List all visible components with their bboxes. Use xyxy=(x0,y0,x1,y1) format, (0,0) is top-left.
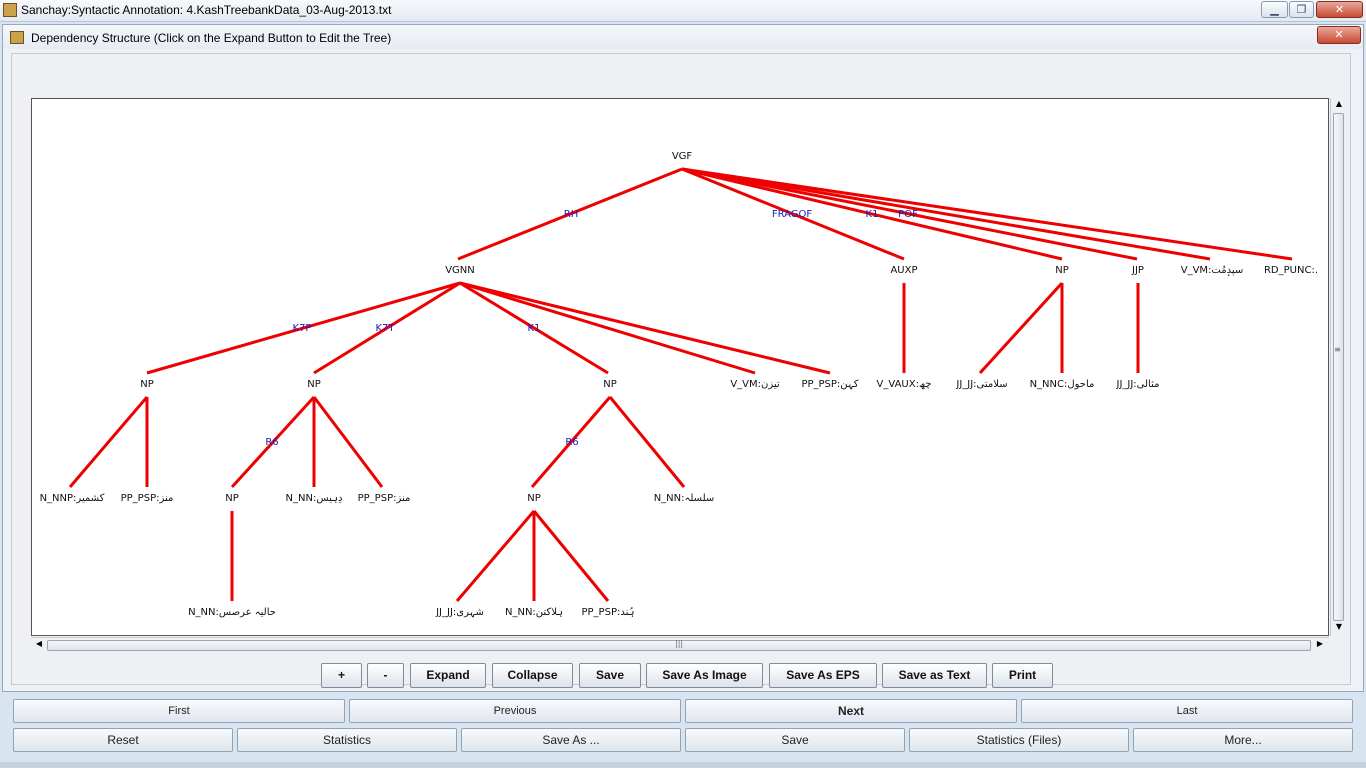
edge-label-pof: POF xyxy=(898,209,918,220)
edge-npb-psp xyxy=(312,396,384,488)
node-jjp: JJP xyxy=(1131,265,1144,276)
tree-edges xyxy=(68,167,1293,602)
node-np-b: NP xyxy=(307,379,321,390)
edge-npa-nnp xyxy=(68,396,149,488)
vertical-scrollbar[interactable]: ▲ ≡ ▼ xyxy=(1330,98,1346,636)
reset-button[interactable]: Reset xyxy=(13,728,233,752)
dialog-title: Dependency Structure (Click on the Expan… xyxy=(31,31,392,45)
node-n-nn-c1: N_NN:ہلاکتن xyxy=(505,607,563,618)
dialog-close-button[interactable]: ✕ xyxy=(1317,26,1361,44)
node-jj-jj-1: JJ_JJ:سلامتی xyxy=(955,379,1007,390)
scroll-down-arrow-icon[interactable]: ▼ xyxy=(1333,622,1345,634)
next-button[interactable]: Next xyxy=(685,699,1017,723)
node-vgnn: VGNN xyxy=(445,265,475,276)
vertical-scroll-thumb[interactable] xyxy=(1333,113,1344,621)
edge-label-fragof: FRAGOF xyxy=(772,209,813,220)
app-title: Sanchay:Syntactic Annotation: 4.KashTree… xyxy=(21,3,392,17)
grip-icon: ||| xyxy=(675,639,684,648)
edge-label-k1-top: K1 xyxy=(866,209,879,220)
restore-button[interactable]: ❐ xyxy=(1289,1,1314,18)
first-button[interactable]: First xyxy=(13,699,345,723)
minimize-button[interactable]: ▁ xyxy=(1261,1,1288,18)
expand-button[interactable]: Expand xyxy=(410,663,486,688)
node-pp-psp-b: PP_PSP:منز xyxy=(358,493,411,504)
close-button[interactable]: ✕ xyxy=(1316,1,1363,18)
node-np-c1: NP xyxy=(527,493,541,504)
node-n-nnc: N_NNC:ماحول xyxy=(1030,379,1095,390)
node-np-r1: NP xyxy=(1055,265,1069,276)
app-title-bar: Sanchay:Syntactic Annotation: 4.KashTree… xyxy=(0,0,1366,22)
grip-icon: ≡ xyxy=(1334,345,1341,354)
edge-vgnn-vvm2 xyxy=(459,281,756,375)
more-button[interactable]: More... xyxy=(1133,728,1353,752)
edge-label-k7t: K7T xyxy=(375,323,395,334)
statistics-button[interactable]: Statistics xyxy=(237,728,457,752)
node-v-vm-r1: V_VM:سپدٕمُت xyxy=(1181,265,1244,277)
horizontal-scrollbar[interactable]: ◀ ||| ▶ xyxy=(31,637,1329,653)
collapse-button[interactable]: Collapse xyxy=(492,663,573,688)
node-pp-psp-c: PP_PSP:ہُند xyxy=(582,607,635,618)
scroll-up-arrow-icon[interactable]: ▲ xyxy=(1333,99,1345,111)
node-jj-jj-c: JJ_JJ:شہری xyxy=(435,607,484,618)
statistics-files-button[interactable]: Statistics (Files) xyxy=(909,728,1129,752)
edge-npc1-psp xyxy=(532,510,610,602)
zoom-in-button[interactable]: + xyxy=(321,663,362,688)
edge-npc1-jj xyxy=(455,510,536,602)
save-as-text-button[interactable]: Save as Text xyxy=(882,663,987,688)
node-np-c: NP xyxy=(603,379,617,390)
bottom-strip xyxy=(0,762,1366,768)
edge-vgnn-psp2 xyxy=(459,281,831,375)
app-icon xyxy=(3,3,17,17)
tree-canvas[interactable]: RH FRAGOF K1 POF K7P K7T K1 R6 R6 VGF VG… xyxy=(31,98,1329,636)
node-pp-psp-a: PP_PSP:منز xyxy=(121,493,174,504)
edge-label-r6-b: R6 xyxy=(265,437,278,448)
node-pp-psp-2: PP_PSP:کہن xyxy=(801,379,858,390)
node-vgf: VGF xyxy=(672,151,693,162)
node-np-a: NP xyxy=(140,379,154,390)
edge-label-r6-c: R6 xyxy=(565,437,578,448)
edge-vgf-vvm xyxy=(681,167,1211,261)
node-n-nnp: N_NNP:کشمیر xyxy=(40,493,105,504)
save-button[interactable]: Save xyxy=(579,663,641,688)
edge-labels: RH FRAGOF K1 POF K7P K7T K1 R6 R6 xyxy=(265,209,918,448)
node-v-vm-2: V_VM:تیزن xyxy=(730,379,780,390)
node-n-nn-c: N_NN:سلسلہ xyxy=(654,493,715,504)
edge-label-rh: RH xyxy=(564,209,578,220)
node-jj-jj-2: JJ_JJ:مثالی xyxy=(1116,379,1160,390)
scroll-right-arrow-icon[interactable]: ▶ xyxy=(1314,639,1326,651)
node-n-nn-b: N_NN:دِہیس xyxy=(286,493,343,504)
save-file-button[interactable]: Save xyxy=(685,728,905,752)
dialog-icon xyxy=(10,31,24,44)
save-as-image-button[interactable]: Save As Image xyxy=(646,663,763,688)
dependency-tree: RH FRAGOF K1 POF K7P K7T K1 R6 R6 VGF VG… xyxy=(40,151,1318,618)
zoom-out-button[interactable]: - xyxy=(367,663,404,688)
node-auxp: AUXP xyxy=(890,265,917,276)
edge-np-jj1 xyxy=(978,281,1064,375)
dependency-structure-dialog: Dependency Structure (Click on the Expan… xyxy=(2,24,1364,692)
edge-label-k7p: K7P xyxy=(293,323,312,334)
node-v-vaux: V_VAUX:چھ xyxy=(877,379,932,390)
dialog-title-bar: Dependency Structure (Click on the Expan… xyxy=(3,25,1363,49)
last-button[interactable]: Last xyxy=(1021,699,1353,723)
node-np-b1: NP xyxy=(225,493,239,504)
print-button[interactable]: Print xyxy=(992,663,1053,688)
node-n-nn-b1: N_NN:حالیہ عرصس xyxy=(188,607,276,618)
node-rd-punc: RD_PUNC:. xyxy=(1264,265,1318,276)
previous-button[interactable]: Previous xyxy=(349,699,681,723)
save-as-eps-button[interactable]: Save As EPS xyxy=(769,663,877,688)
edge-npc-nn xyxy=(608,396,686,488)
edge-label-k1-mid: K1 xyxy=(528,323,541,334)
scroll-left-arrow-icon[interactable]: ◀ xyxy=(33,639,45,651)
save-as-button[interactable]: Save As ... xyxy=(461,728,681,752)
